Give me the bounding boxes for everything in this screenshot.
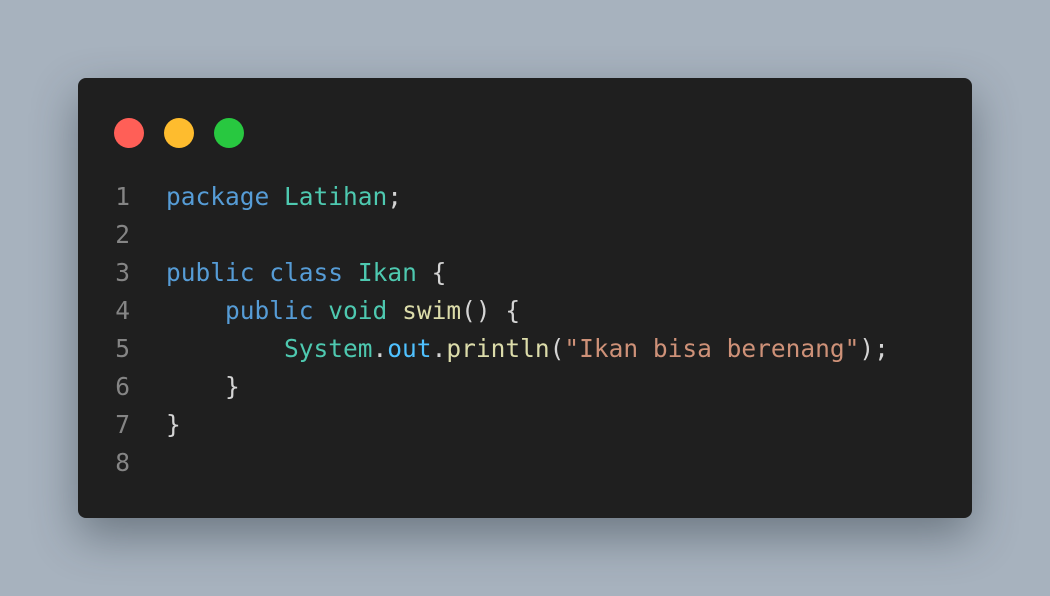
code-line: 1 package Latihan;: [78, 178, 972, 216]
maximize-button[interactable]: [214, 118, 244, 148]
close-button[interactable]: [114, 118, 144, 148]
line-source: }: [166, 406, 181, 444]
window-controls: [114, 118, 244, 148]
code-line: 5 System.out.println("Ikan bisa berenang…: [78, 330, 972, 368]
line-number: 4: [115, 296, 130, 325]
code-token: println: [446, 334, 550, 363]
code-line: 2: [78, 216, 972, 254]
code-token: ;: [387, 182, 403, 211]
code-token: class: [269, 258, 344, 287]
line-number: 8: [115, 448, 130, 477]
code-token: }: [166, 410, 181, 439]
minimize-button[interactable]: [164, 118, 194, 148]
code-token: .: [372, 334, 388, 363]
code-token: "Ikan bisa berenang": [564, 334, 860, 363]
line-source: }: [166, 368, 240, 406]
code-line: 7}: [78, 406, 972, 444]
line-source: package Latihan;: [166, 178, 402, 216]
code-token: swim: [402, 296, 462, 325]
code-token: public: [166, 258, 255, 287]
code-token: (: [549, 334, 565, 363]
line-source: public void swim() {: [166, 292, 520, 330]
code-token: out: [387, 334, 432, 363]
line-number: 7: [115, 410, 130, 439]
code-token: .: [431, 334, 447, 363]
code-token: package: [166, 182, 270, 211]
code-token: }: [166, 372, 240, 401]
line-number: 6: [115, 372, 130, 401]
code-line: 6 }: [78, 368, 972, 406]
line-number: 2: [115, 220, 130, 249]
line-number: 1: [115, 182, 130, 211]
code-token: Ikan: [357, 258, 417, 287]
line-number: 5: [115, 334, 130, 363]
code-token: {: [416, 258, 447, 287]
line-source: public class Ikan {: [166, 254, 446, 292]
code-token: System: [284, 334, 373, 363]
code-token: Latihan: [284, 182, 388, 211]
code-window: 1 package Latihan; 2 3 public class Ikan {4 …: [78, 78, 972, 518]
code-token: void: [328, 296, 388, 325]
code-token: );: [859, 334, 889, 363]
code-line: 8: [78, 444, 972, 482]
code-token: () {: [461, 296, 521, 325]
code-line: 3 public class Ikan {: [78, 254, 972, 292]
code-block: 1 package Latihan; 2 3 public class Ikan {4 …: [78, 178, 972, 482]
line-number: 3: [115, 258, 130, 287]
line-source: System.out.println("Ikan bisa berenang")…: [166, 330, 889, 368]
code-token: public: [225, 296, 314, 325]
code-line: 4 public void swim() {: [78, 292, 972, 330]
